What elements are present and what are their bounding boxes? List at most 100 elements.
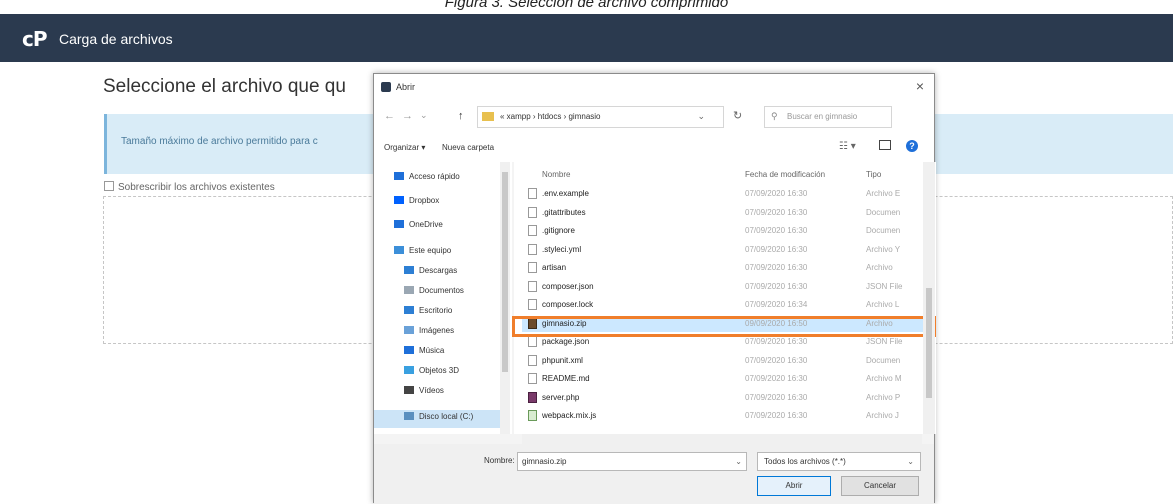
file-row[interactable]: README.md 07/09/2020 16:30 Archivo M [522, 371, 926, 387]
folder-icon [404, 266, 414, 274]
nav-item-label: Imágenes [419, 326, 455, 335]
figure-caption: Figura 3. Selección de archivo comprimid… [444, 0, 729, 11]
file-list: Nombre Fecha de modificación Tipo .env.e… [514, 162, 936, 434]
file-type: Archivo J [866, 411, 899, 420]
nav-item[interactable]: Escritorio [404, 306, 452, 315]
file-row[interactable]: .gitattributes 07/09/2020 16:30 Documen [522, 205, 926, 221]
file-row[interactable]: .styleci.yml 07/09/2020 16:30 Archivo Y [522, 242, 926, 258]
file-icon [528, 354, 537, 366]
file-row[interactable]: .gitignore 07/09/2020 16:30 Documen [522, 223, 926, 239]
dialog-toolbar: Organizar ▾ Nueva carpeta ☷ ▾ ? [374, 134, 934, 162]
file-row[interactable]: server.php 07/09/2020 16:30 Archivo P [522, 390, 926, 406]
file-row[interactable]: webpack.mix.js 07/09/2020 16:30 Archivo J [522, 408, 926, 424]
refresh-icon[interactable]: ↻ [733, 109, 742, 122]
column-header-date[interactable]: Fecha de modificación [745, 170, 825, 179]
nav-item-label: Música [419, 346, 445, 355]
close-icon[interactable]: × [916, 78, 924, 94]
app-title: Carga de archivos [59, 31, 173, 47]
file-name: composer.lock [542, 300, 594, 309]
cancel-button[interactable]: Cancelar [841, 476, 919, 496]
file-row[interactable]: composer.lock 07/09/2020 16:34 Archivo L [522, 297, 926, 313]
nav-item[interactable]: Este equipo [394, 246, 451, 255]
forward-icon[interactable]: → [402, 110, 413, 122]
chevron-down-icon[interactable]: ⌄ [735, 457, 742, 466]
nav-scrollbar[interactable] [500, 162, 510, 434]
dialog-footer: Nombre: gimnasio.zip ⌄ Todos los archivo… [374, 444, 934, 504]
nav-item[interactable]: OneDrive [394, 220, 443, 229]
navigation-pane: Acceso rápido Dropbox OneDrive Este equipo D… [374, 162, 512, 434]
app-header: cP Carga de archivos [0, 14, 1173, 62]
file-type: JSON File [866, 281, 903, 291]
file-scroll-thumb[interactable] [926, 288, 932, 398]
file-list-scrollbar[interactable] [923, 162, 935, 434]
overwrite-checkbox[interactable] [104, 181, 114, 191]
back-icon[interactable]: ← [384, 110, 395, 122]
file-name: webpack.mix.js [542, 411, 597, 420]
view-options-icon[interactable]: ☷ ▾ [839, 141, 856, 152]
nav-item[interactable]: Objetos 3D [404, 366, 459, 375]
organize-button[interactable]: Organizar ▾ [384, 143, 425, 152]
file-type: Documen [866, 226, 901, 235]
navigation-bar: ← → ⌄ ↑ « xampp › htdocs › gimnasio ⌄ ↻ … [374, 100, 934, 134]
recent-locations-icon[interactable]: ⌄ [420, 110, 428, 121]
file-type: Archivo E [866, 189, 901, 198]
nav-item[interactable]: Imágenes [404, 326, 454, 335]
php-icon [528, 391, 537, 403]
file-icon [528, 243, 537, 255]
nav-item[interactable]: Música [404, 346, 444, 355]
nav-item[interactable]: Acceso rápido [394, 172, 460, 181]
search-box[interactable]: ⚲ Buscar en gimnasio [764, 106, 892, 128]
file-date: 07/09/2020 16:30 [745, 411, 808, 420]
chevron-down-icon[interactable]: ⌄ [907, 457, 914, 466]
file-type-select[interactable]: Todos los archivos (*.*) ⌄ [757, 452, 921, 471]
address-path: « xampp › htdocs › gimnasio [500, 112, 601, 121]
filename-field[interactable]: gimnasio.zip ⌄ [517, 452, 747, 471]
help-icon[interactable]: ? [906, 140, 918, 152]
chevron-down-icon[interactable]: ⌄ [697, 111, 705, 122]
search-icon: ⚲ [771, 111, 778, 121]
overwrite-label: Sobrescribir los archivos existentes [118, 182, 275, 193]
file-date: 07/09/2020 16:30 [745, 244, 808, 254]
horizontal-scrollbar[interactable] [522, 434, 922, 444]
file-type: Documen [866, 355, 901, 365]
nav-item[interactable]: Descargas [404, 266, 457, 275]
folder-icon [394, 246, 404, 254]
nav-item-label: Acceso rápido [409, 172, 460, 181]
filename-label: Nombre: [484, 456, 515, 465]
file-row[interactable]: artisan 07/09/2020 16:30 Archivo [522, 260, 926, 276]
address-bar[interactable]: « xampp › htdocs › gimnasio ⌄ [477, 106, 724, 128]
file-icon [528, 225, 537, 236]
nav-item-label: Este equipo [409, 246, 452, 255]
nav-item[interactable]: Documentos [404, 286, 464, 295]
column-header-type[interactable]: Tipo [866, 170, 881, 179]
search-placeholder: Buscar en gimnasio [787, 112, 858, 121]
open-file-dialog: Abrir × ← → ⌄ ↑ « xampp › htdocs › gimna… [373, 73, 936, 504]
open-button[interactable]: Abrir [757, 476, 831, 496]
nav-scroll-thumb[interactable] [502, 172, 508, 372]
file-icon [528, 206, 537, 218]
file-date: 07/09/2020 16:30 [745, 355, 808, 365]
new-folder-button[interactable]: Nueva carpeta [442, 143, 494, 152]
file-row[interactable]: .env.example 07/09/2020 16:30 Archivo E [522, 186, 926, 202]
nav-item[interactable]: Vídeos [404, 386, 444, 395]
file-type: JSON File [866, 337, 903, 346]
column-header-name[interactable]: Nombre [542, 170, 570, 179]
page-title: Seleccione el archivo que qu [103, 76, 346, 97]
up-folder-icon[interactable]: ↑ [458, 110, 464, 122]
file-type: Archivo L [866, 300, 900, 309]
nav-item[interactable]: Dropbox [394, 196, 439, 205]
file-icon [528, 299, 537, 310]
overwrite-option[interactable]: Sobrescribir los archivos existentes [104, 181, 275, 193]
file-row[interactable]: phpunit.xml 07/09/2020 16:30 Documen [522, 353, 926, 369]
app-icon [381, 82, 391, 92]
file-type: Archivo P [866, 392, 901, 402]
file-name: README.md [542, 374, 590, 383]
folder-icon [404, 326, 414, 334]
nav-item-label: OneDrive [409, 220, 443, 229]
file-name: server.php [542, 392, 580, 402]
file-row[interactable]: composer.json 07/09/2020 16:30 JSON File [522, 279, 926, 295]
file-date: 07/09/2020 16:30 [745, 207, 808, 217]
file-type: Documen [866, 207, 901, 217]
preview-pane-icon[interactable] [879, 140, 891, 150]
nav-item[interactable]: Disco local (C:) [404, 412, 473, 421]
